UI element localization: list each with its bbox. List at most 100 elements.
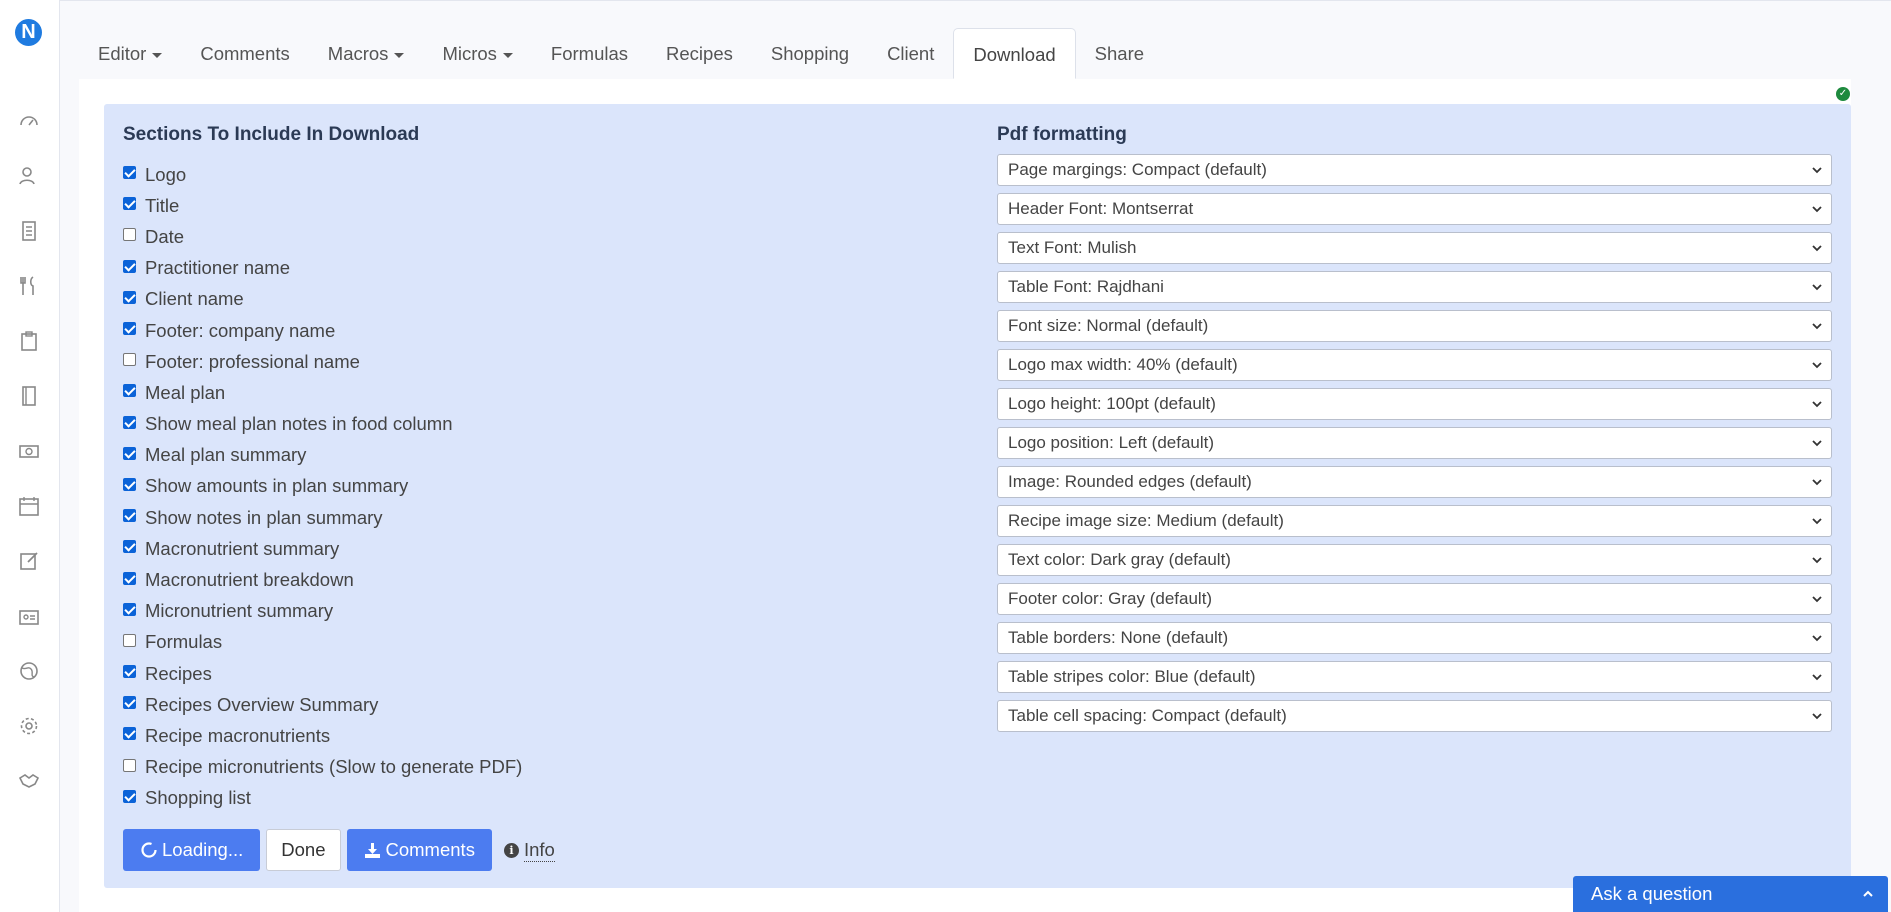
pdf-format-select[interactable]: Table cell spacing: Compact (default)	[997, 700, 1832, 732]
checkbox-checked[interactable]	[123, 384, 136, 398]
sidebar-dashboard-icon[interactable]	[17, 109, 41, 133]
section-option[interactable]: Footer: company name	[123, 315, 522, 346]
sidebar-edit-icon[interactable]	[17, 549, 41, 573]
chevron-down-icon	[1812, 479, 1822, 486]
section-option[interactable]: Recipes Overview Summary	[123, 689, 522, 720]
tab-editor[interactable]: Editor	[79, 28, 181, 79]
pdf-format-select[interactable]: Table Font: Rajdhani	[997, 271, 1832, 303]
checkbox-checked[interactable]	[123, 446, 136, 460]
sidebar-handshake-icon[interactable]	[17, 769, 41, 793]
caret-down-icon	[502, 52, 513, 58]
section-option[interactable]: Show meal plan notes in food column	[123, 409, 522, 440]
pdf-format-select[interactable]: Page margings: Compact (default)	[997, 154, 1832, 186]
section-option[interactable]: Formulas	[123, 627, 522, 658]
download-comments-button[interactable]: Comments	[346, 829, 492, 871]
checkbox-unchecked[interactable]	[123, 633, 136, 647]
section-option[interactable]: Macronutrient summary	[123, 533, 522, 564]
sidebar-documents-icon[interactable]	[17, 219, 41, 243]
checkbox-unchecked[interactable]	[123, 353, 136, 367]
pdf-format-select[interactable]: Image: Rounded edges (default)	[997, 466, 1832, 498]
pdf-format-select[interactable]: Logo max width: 40% (default)	[997, 349, 1832, 381]
checkbox-checked[interactable]	[123, 166, 136, 180]
pdf-format-select[interactable]: Logo position: Left (default)	[997, 427, 1832, 459]
section-option[interactable]: Recipes	[123, 658, 522, 689]
chevron-down-icon	[1812, 596, 1822, 603]
app-logo[interactable]: N	[15, 19, 42, 46]
sidebar-utensils-icon[interactable]	[17, 274, 41, 298]
tab-macros[interactable]: Macros	[309, 28, 424, 79]
tab-label: Recipes	[666, 43, 733, 64]
pdf-format-select[interactable]: Table stripes color: Blue (default)	[997, 661, 1832, 693]
done-button[interactable]: Done	[266, 829, 341, 871]
tab-download[interactable]: Download	[953, 28, 1076, 79]
section-option[interactable]: Show amounts in plan summary	[123, 471, 522, 502]
section-option[interactable]: Show notes in plan summary	[123, 502, 522, 533]
tab-micros[interactable]: Micros	[423, 28, 531, 79]
section-option-label: Show meal plan notes in food column	[145, 413, 453, 435]
section-option[interactable]: Meal plan summary	[123, 440, 522, 471]
checkbox-checked[interactable]	[123, 602, 136, 616]
checkbox-checked[interactable]	[123, 509, 136, 523]
section-option[interactable]: Title	[123, 190, 522, 221]
pdf-format-select[interactable]: Table borders: None (default)	[997, 622, 1832, 654]
section-option-label: Show notes in plan summary	[145, 506, 383, 528]
sidebar-globe-icon[interactable]	[17, 659, 41, 683]
pdf-format-select[interactable]: Footer color: Gray (default)	[997, 583, 1832, 615]
checkbox-checked[interactable]	[123, 290, 136, 304]
checkbox-checked[interactable]	[123, 259, 136, 273]
chevron-down-icon	[1812, 557, 1822, 564]
checkbox-checked[interactable]	[123, 665, 136, 679]
sidebar-id-card-icon[interactable]	[17, 604, 41, 628]
sidebar-money-icon[interactable]	[17, 439, 41, 463]
checkbox-checked[interactable]	[123, 789, 136, 803]
pdf-format-select[interactable]: Logo height: 100pt (default)	[997, 388, 1832, 420]
tab-recipes[interactable]: Recipes	[647, 28, 752, 79]
sidebar: N	[0, 0, 60, 912]
tab-comments[interactable]: Comments	[181, 28, 308, 79]
section-option[interactable]: Shopping list	[123, 783, 522, 814]
select-value: Text Font: Mulish	[1008, 238, 1137, 257]
sidebar-clients-icon[interactable]	[17, 164, 41, 188]
checkbox-checked[interactable]	[123, 477, 136, 491]
tab-formulas[interactable]: Formulas	[532, 28, 647, 79]
section-option[interactable]: Micronutrient summary	[123, 596, 522, 627]
checkbox-checked[interactable]	[123, 727, 136, 741]
checkbox-checked[interactable]	[123, 322, 136, 336]
section-option[interactable]: Date	[123, 221, 522, 252]
section-option[interactable]: Macronutrient breakdown	[123, 564, 522, 595]
ask-question-bar[interactable]: Ask a question	[1573, 876, 1888, 912]
section-option[interactable]: Footer: professional name	[123, 346, 522, 377]
checkbox-checked[interactable]	[123, 197, 136, 211]
checkbox-unchecked[interactable]	[123, 228, 136, 242]
pdf-format-select[interactable]: Font size: Normal (default)	[997, 310, 1832, 342]
section-option[interactable]: Logo	[123, 159, 522, 190]
section-option[interactable]: Client name	[123, 284, 522, 315]
checkbox-unchecked[interactable]	[123, 758, 136, 772]
pdf-format-select[interactable]: Text color: Dark gray (default)	[997, 544, 1832, 576]
section-option[interactable]: Recipe macronutrients	[123, 720, 522, 751]
section-option[interactable]: Recipe micronutrients (Slow to generate …	[123, 752, 522, 783]
checkbox-checked[interactable]	[123, 540, 136, 554]
checkbox-checked[interactable]	[123, 571, 136, 585]
pdf-format-select[interactable]: Header Font: Montserrat	[997, 193, 1832, 225]
sidebar-book-icon[interactable]	[17, 384, 41, 408]
sidebar-gear-icon[interactable]	[17, 714, 41, 738]
sidebar-calendar-icon[interactable]	[17, 494, 41, 518]
tab-label: Micros	[442, 43, 497, 64]
checkbox-checked[interactable]	[123, 696, 136, 710]
tab-share[interactable]: Share	[1076, 28, 1163, 79]
checkbox-checked[interactable]	[123, 415, 136, 429]
section-option[interactable]: Meal plan	[123, 377, 522, 408]
pdf-format-select[interactable]: Recipe image size: Medium (default)	[997, 505, 1832, 537]
pdf-format-select[interactable]: Text Font: Mulish	[997, 232, 1832, 264]
sections-checklist: Logo Title Date Practitioner name Client nam…	[123, 159, 522, 814]
select-value: Text color: Dark gray (default)	[1008, 550, 1231, 569]
section-option[interactable]: Practitioner name	[123, 253, 522, 284]
loading-button[interactable]: Loading...	[123, 829, 261, 871]
tab-client[interactable]: Client	[868, 28, 953, 79]
tab-shopping[interactable]: Shopping	[752, 28, 868, 79]
sidebar-clipboard-icon[interactable]	[17, 329, 41, 353]
section-option-label: Footer: company name	[145, 319, 336, 341]
chevron-down-icon	[1812, 635, 1822, 642]
info-link[interactable]: i Info	[503, 839, 555, 862]
